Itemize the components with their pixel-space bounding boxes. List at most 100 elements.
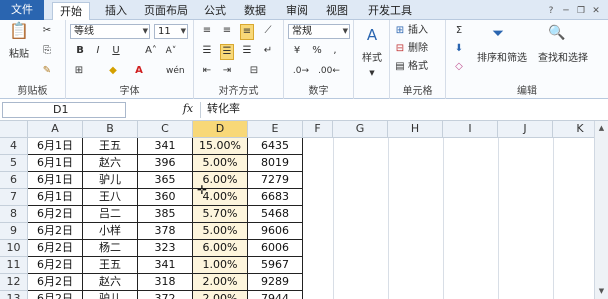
column-header-g[interactable]: G xyxy=(333,121,388,138)
bold-button[interactable]: B xyxy=(74,44,86,58)
cell-name[interactable]: 王五 xyxy=(83,257,138,274)
autosum-icon[interactable]: Σ xyxy=(452,24,466,38)
sort-filter-button[interactable]: 排序和筛选 xyxy=(474,52,530,66)
cell-rate[interactable]: 5.70% xyxy=(193,206,248,223)
cell-number[interactable]: 378 xyxy=(138,223,193,240)
styles-button[interactable]: 样式 xyxy=(356,52,388,66)
tab-formulas[interactable]: 公式 xyxy=(198,2,232,20)
formula-input[interactable]: 转化率 xyxy=(200,102,604,118)
font-color-icon[interactable]: A xyxy=(132,64,146,78)
cell-value[interactable]: 7279 xyxy=(248,172,303,189)
cell-number[interactable]: 318 xyxy=(138,274,193,291)
cell-name[interactable]: 小样 xyxy=(83,223,138,240)
cell-rate[interactable]: 5.00% xyxy=(193,155,248,172)
format-painter-icon[interactable]: ✎ xyxy=(40,64,54,78)
format-cells-icon[interactable]: ▤ xyxy=(394,60,406,74)
percent-icon[interactable]: % xyxy=(310,44,324,58)
cell-rate[interactable]: 15.00% xyxy=(193,138,248,155)
cell-number[interactable]: 385 xyxy=(138,206,193,223)
row-header[interactable]: 4 xyxy=(0,138,28,155)
minimize-icon[interactable]: ─ xyxy=(560,5,572,17)
cell-value[interactable]: 7944 xyxy=(248,291,303,299)
cell-date[interactable]: 6月2日 xyxy=(28,291,83,299)
cell-value[interactable]: 6683 xyxy=(248,189,303,206)
row-header[interactable]: 5 xyxy=(0,155,28,172)
copy-icon[interactable]: ⎘ xyxy=(40,44,54,58)
row-header[interactable]: 8 xyxy=(0,206,28,223)
align-top-icon[interactable]: ≡ xyxy=(200,24,214,38)
underline-button[interactable]: U xyxy=(110,44,122,58)
phonetic-icon[interactable]: wén xyxy=(166,64,185,78)
cell-number[interactable]: 323 xyxy=(138,240,193,257)
help-icon[interactable]: ? xyxy=(545,5,557,17)
sort-filter-icon[interactable]: ⏷ xyxy=(486,26,510,41)
cell-name[interactable]: 杨二 xyxy=(83,240,138,257)
delete-cells-icon[interactable]: ⊟ xyxy=(394,42,406,56)
row-header[interactable]: 6 xyxy=(0,172,28,189)
column-header-f[interactable]: F xyxy=(303,121,333,138)
increase-indent-icon[interactable]: ⇥ xyxy=(220,64,234,78)
cell-rate[interactable]: 1.00% xyxy=(193,257,248,274)
column-header-i[interactable]: I xyxy=(443,121,498,138)
column-header-b[interactable]: B xyxy=(83,121,138,138)
cell-number[interactable]: 365 xyxy=(138,172,193,189)
insert-cells-button[interactable]: 插入 xyxy=(408,24,442,38)
row-header[interactable]: 13 xyxy=(0,291,28,299)
italic-button[interactable]: I xyxy=(92,44,104,58)
merge-center-icon[interactable]: ⊟ xyxy=(244,64,264,78)
row-header[interactable]: 12 xyxy=(0,274,28,291)
currency-icon[interactable]: ¥ xyxy=(288,44,306,58)
cell-value[interactable]: 6006 xyxy=(248,240,303,257)
vertical-scrollbar[interactable]: ▲ ▼ xyxy=(594,121,608,299)
scroll-down-icon[interactable]: ▼ xyxy=(596,286,607,297)
cell-rate[interactable]: 6.00% xyxy=(193,240,248,257)
cell-name[interactable]: 赵六 xyxy=(83,274,138,291)
align-center-icon[interactable]: ☰ xyxy=(220,44,234,60)
paste-button[interactable]: 粘贴 xyxy=(6,48,32,62)
decrease-decimal-icon[interactable]: .00← xyxy=(318,64,340,78)
row-header[interactable]: 11 xyxy=(0,257,28,274)
column-header-d[interactable]: D xyxy=(193,121,248,138)
cell-date[interactable]: 6月1日 xyxy=(28,155,83,172)
format-cells-button[interactable]: 格式 xyxy=(408,60,442,74)
cell-date[interactable]: 6月2日 xyxy=(28,240,83,257)
cell-date[interactable]: 6月1日 xyxy=(28,189,83,206)
column-header-a[interactable]: A xyxy=(28,121,83,138)
cell-date[interactable]: 6月1日 xyxy=(28,172,83,189)
cell-date[interactable]: 6月2日 xyxy=(28,223,83,240)
wrap-text-icon[interactable]: ↵ xyxy=(260,44,276,58)
comma-style-icon[interactable]: , xyxy=(328,44,342,58)
cell-number[interactable]: 341 xyxy=(138,138,193,155)
cell-value[interactable]: 6435 xyxy=(248,138,303,155)
select-all-corner[interactable] xyxy=(0,121,28,138)
fill-icon[interactable]: ⬇ xyxy=(452,42,466,56)
row-header[interactable]: 9 xyxy=(0,223,28,240)
cell-rate[interactable]: 5.00% xyxy=(193,223,248,240)
cell-value[interactable]: 8019 xyxy=(248,155,303,172)
cell-date[interactable]: 6月2日 xyxy=(28,206,83,223)
cell-name[interactable]: 驴儿 xyxy=(83,172,138,189)
find-select-button[interactable]: 查找和选择 xyxy=(532,52,594,66)
border-icon[interactable]: ⊞ xyxy=(72,64,86,78)
tab-view[interactable]: 视图 xyxy=(320,2,354,20)
close-icon[interactable]: ✕ xyxy=(590,5,602,17)
cell-number[interactable]: 396 xyxy=(138,155,193,172)
column-header-e[interactable]: E xyxy=(248,121,303,138)
fill-color-icon[interactable]: ◆ xyxy=(106,64,120,78)
cell-name[interactable]: 赵六 xyxy=(83,155,138,172)
row-header[interactable]: 10 xyxy=(0,240,28,257)
insert-function-button[interactable]: fx xyxy=(178,102,198,118)
tab-file[interactable]: 文件 xyxy=(0,0,44,20)
column-header-j[interactable]: J xyxy=(498,121,553,138)
grow-font-icon[interactable]: A˄ xyxy=(144,44,158,58)
decrease-indent-icon[interactable]: ⇤ xyxy=(200,64,214,78)
tab-insert[interactable]: 插入 xyxy=(98,2,134,20)
insert-cells-icon[interactable]: ⊞ xyxy=(394,24,406,38)
tab-review[interactable]: 审阅 xyxy=(280,2,314,20)
cell-value[interactable]: 9606 xyxy=(248,223,303,240)
cell-name[interactable]: 王五 xyxy=(83,138,138,155)
row-header[interactable]: 7 xyxy=(0,189,28,206)
cell-rate[interactable]: 2.00% xyxy=(193,291,248,299)
cell-value[interactable]: 9289 xyxy=(248,274,303,291)
tab-page-layout[interactable]: 页面布局 xyxy=(138,2,194,20)
